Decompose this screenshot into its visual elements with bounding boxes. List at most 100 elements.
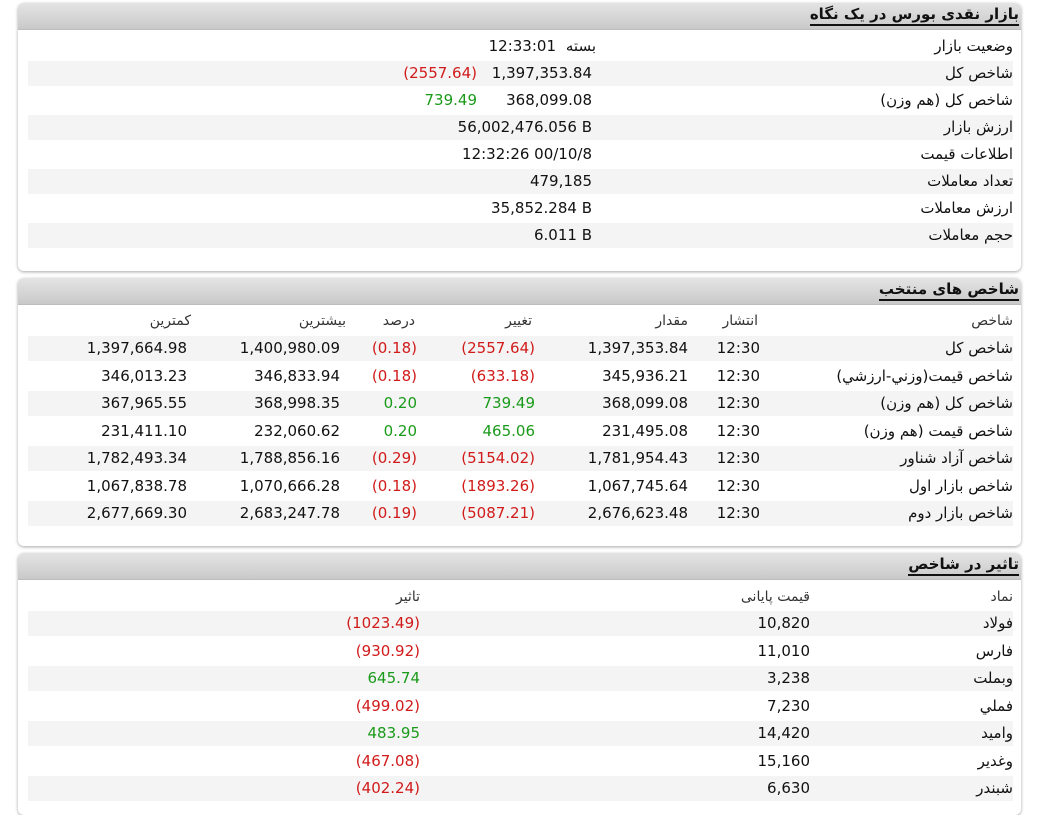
index-percent: (0.29) — [371, 449, 417, 467]
impact-price: 15,160 — [757, 751, 811, 770]
col-header-price: قیمت پایانی — [740, 589, 810, 605]
impact-value: (402.24) — [355, 779, 420, 797]
market-status: بسته — [565, 37, 596, 55]
overview-label: وضعیت بازار — [934, 37, 1013, 55]
overview-label: اطلاعات قیمت — [920, 145, 1013, 163]
index-time: 12:30 — [716, 421, 760, 440]
impact-row: فولاد 10,820 (1023.49) — [28, 611, 1013, 636]
index-low: 1,397,664.98 — [86, 339, 187, 357]
indices-header: شاخص های منتخب — [18, 278, 1021, 305]
impact-price: 7,230 — [767, 696, 810, 715]
overview-label: ارزش معاملات — [920, 199, 1013, 217]
index-change: 465.06 — [482, 421, 536, 440]
index-low: 367,965.55 — [101, 394, 187, 412]
overview-header: بازار نقدی بورس در یک نگاه — [18, 3, 1021, 30]
index-high: 1,070,666.28 — [239, 476, 340, 495]
overview-row: اطلاعات قیمت 12:32:26 00/10/8 — [28, 142, 1013, 167]
overview-label: شاخص کل (هم وزن) — [880, 91, 1013, 109]
index-row: شاخص آزاد شناور 12:30 1,781,954.43 (5154.02… — [28, 446, 1013, 471]
index-high: 232,060.62 — [254, 421, 340, 440]
impact-symbol: فملي — [979, 696, 1013, 715]
overview-value: 6.011 B — [533, 226, 592, 244]
index-time: 12:30 — [716, 449, 760, 467]
index-value: 1,397,353.84 — [587, 339, 688, 357]
impact-value: (1023.49) — [346, 614, 420, 632]
index-row: شاخص قيمت(وزني-ارزشي) 12:30 345,936.21 (633… — [28, 364, 1013, 389]
index-row: شاخص بازار دوم 12:30 2,676,623.48 (5087.21)… — [28, 501, 1013, 526]
impact-symbol: وغدير — [977, 751, 1013, 770]
impact-row: شبندر 6,630 (402.24) — [28, 776, 1013, 801]
overview-label: حجم معاملات — [928, 226, 1013, 244]
col-header-low: کمترین — [149, 313, 191, 329]
index-percent: 0.20 — [383, 394, 417, 412]
impact-title: تاثیر در شاخص — [908, 556, 1019, 576]
col-header-symbol: نماد — [990, 589, 1014, 605]
overview-value: 479,185 — [529, 172, 592, 190]
overview-value: 56,002,476.056 B — [457, 118, 592, 136]
impact-symbol: شبندر — [976, 779, 1013, 797]
index-change: (5154.02) — [461, 449, 535, 467]
col-header-impact: تاثیر — [395, 589, 420, 605]
overview-row: ارزش معاملات 35,852.284 B — [28, 196, 1013, 221]
index-value: 2,676,623.48 — [587, 504, 688, 522]
col-header-time: انتشار — [722, 313, 758, 329]
index-name: شاخص کل — [944, 339, 1013, 357]
overview-value: 12:32:26 00/10/8 — [462, 145, 592, 163]
impact-header: تاثیر در شاخص — [18, 553, 1021, 580]
overview-title: بازار نقدی بورس در یک نگاه — [809, 6, 1019, 26]
index-time: 12:30 — [716, 476, 760, 495]
impact-column-headers: نماد قیمت پایانی تاثیر — [28, 585, 1013, 610]
impact-price: 3,238 — [767, 669, 810, 687]
index-change: (2557.64) — [461, 339, 535, 357]
col-header-percent: درصد — [382, 313, 415, 329]
index-value: 1,067,745.64 — [587, 476, 688, 495]
overview-label: شاخص کل — [944, 64, 1013, 82]
overview-row: تعداد معاملات 479,185 — [28, 169, 1013, 194]
index-change: (1893.26) — [461, 476, 535, 495]
market-overview-panel: بازار نقدی بورس در یک نگاه وضعیت بازار 12… — [18, 3, 1021, 271]
impact-row: وبملت 3,238 645.74 — [28, 666, 1013, 691]
impact-symbol: واميد — [981, 724, 1013, 742]
overview-value: 12:33:01 — [488, 37, 556, 55]
index-high: 1,400,980.09 — [239, 339, 340, 357]
index-row: شاخص کل 12:30 1,397,353.84 (2557.64) (0.18) 1… — [28, 336, 1013, 361]
overview-value: 1,397,353.84 — [491, 64, 592, 82]
impact-row: وغدير 15,160 (467.08) — [28, 749, 1013, 774]
impact-value: 645.74 — [367, 669, 421, 687]
impact-row: فارس 11,010 (930.92) — [28, 639, 1013, 664]
index-value: 368,099.08 — [602, 394, 688, 412]
impact-price: 6,630 — [767, 779, 810, 797]
indices-column-headers: شاخص انتشار مقدار تغییر درصد بیشترین کمت… — [28, 309, 1013, 334]
impact-symbol: فولاد — [982, 614, 1013, 632]
impact-value: 483.95 — [367, 724, 421, 742]
index-time: 12:30 — [716, 339, 760, 357]
indices-title: شاخص های منتخب — [878, 281, 1019, 301]
index-change: (5087.21) — [461, 504, 535, 522]
overview-label: تعداد معاملات — [927, 172, 1013, 190]
overview-label: ارزش بازار — [943, 118, 1013, 136]
index-name: شاخص کل (هم وزن) — [880, 394, 1013, 412]
overview-value: 35,852.284 B — [491, 199, 592, 217]
index-percent: (0.18) — [371, 339, 417, 357]
index-change: (633.18) — [470, 366, 535, 385]
impact-value: (930.92) — [355, 641, 420, 660]
index-name: شاخص بازار اول — [908, 476, 1013, 495]
index-name: شاخص آزاد شناور — [900, 449, 1013, 467]
impact-price: 14,420 — [757, 724, 811, 742]
index-name: شاخص قیمت (هم وزن) — [863, 421, 1013, 440]
index-percent: (0.18) — [371, 366, 417, 385]
overview-change: 739.49 — [424, 91, 478, 109]
index-row: شاخص کل (هم وزن) 12:30 368,099.08 739.49 0.2… — [28, 391, 1013, 416]
overview-row: ارزش بازار 56,002,476.056 B — [28, 115, 1013, 140]
index-percent: (0.19) — [371, 504, 417, 522]
index-change: 739.49 — [482, 394, 536, 412]
index-high: 2,683,247.78 — [239, 504, 340, 522]
index-low: 346,013.23 — [101, 366, 187, 385]
overview-row: شاخص کل 1,397,353.84 (2557.64) — [28, 61, 1013, 86]
overview-value: 368,099.08 — [506, 91, 592, 109]
impact-symbol: فارس — [975, 641, 1013, 660]
overview-row: حجم معاملات 6.011 B — [28, 223, 1013, 248]
impact-value: (499.02) — [355, 696, 420, 715]
overview-change: (2557.64) — [403, 64, 477, 82]
impact-row: فملي 7,230 (499.02) — [28, 694, 1013, 719]
